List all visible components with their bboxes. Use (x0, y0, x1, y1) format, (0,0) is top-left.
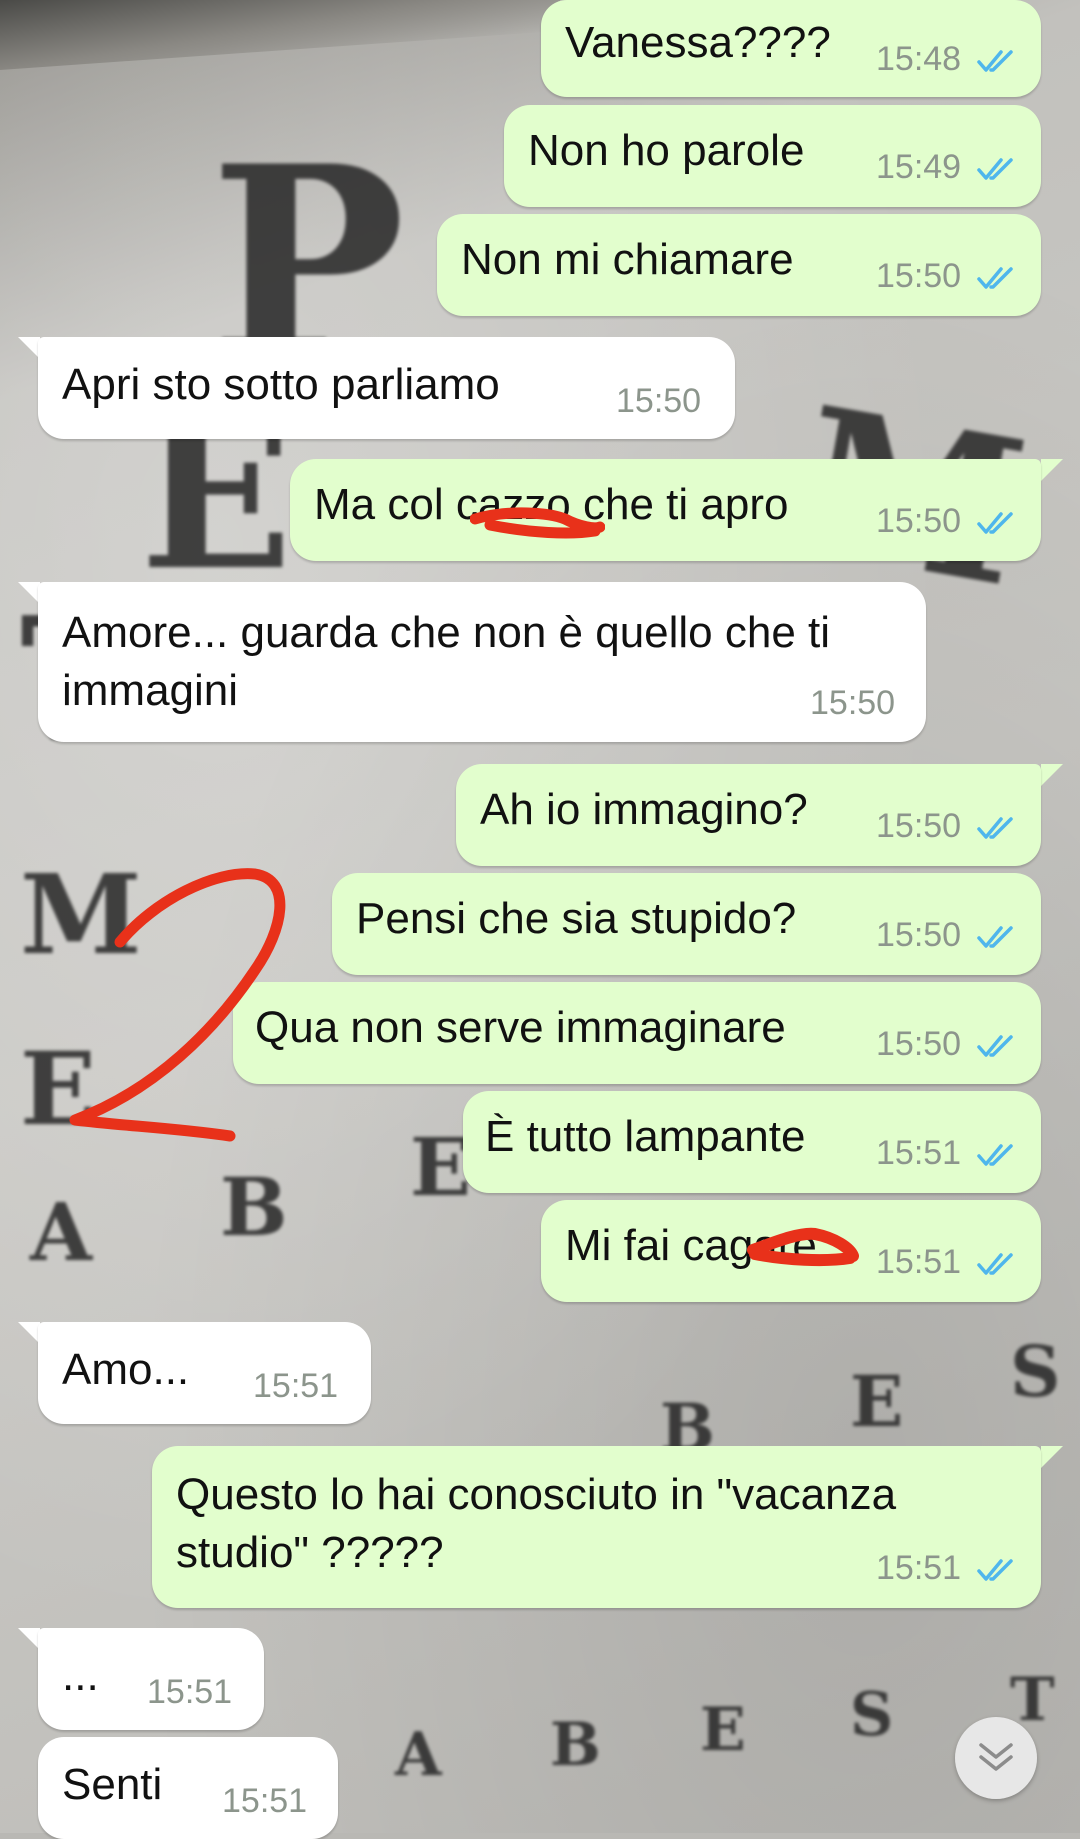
message-time: 15:50 (876, 502, 962, 540)
double-check-icon (977, 50, 1013, 72)
message-time: 15:50 (876, 916, 962, 954)
double-check-icon (977, 926, 1013, 948)
incoming-message[interactable]: Senti 15:51 (38, 1737, 338, 1839)
double-check-icon (977, 1144, 1013, 1166)
message-text: Apri sto sotto parliamo (62, 360, 500, 409)
message-text: Ah io immagino? (480, 785, 808, 834)
message-time: 15:50 (876, 257, 962, 295)
message-text: Non ho parole (528, 126, 805, 175)
outgoing-message[interactable]: Pensi che sia stupido? 15:50 (332, 873, 1041, 975)
double-check-icon (977, 267, 1013, 289)
bubble-tail (18, 1322, 40, 1344)
message-text: Vanessa???? (565, 18, 831, 67)
message-time: 15:51 (876, 1243, 962, 1281)
chevron-down-double-icon (979, 1743, 1013, 1771)
message-text: Pensi che sia stupido? (356, 894, 797, 943)
double-check-icon (977, 1559, 1013, 1581)
annotation-number-2 (69, 868, 286, 1142)
message-time: 15:50 (810, 684, 896, 722)
message-time: 15:51 (876, 1134, 962, 1172)
bubble-tail (18, 582, 40, 604)
message-time: 15:48 (876, 40, 962, 78)
bubble-tail (18, 1628, 40, 1650)
incoming-message[interactable]: Amore... guarda che non è quello che ti … (38, 582, 926, 742)
message-text: Non mi chiamare (461, 235, 794, 284)
redaction-scribble (747, 1227, 859, 1267)
incoming-message[interactable]: Amo... 15:51 (38, 1322, 371, 1424)
chat-messages: Vanessa???? 15:48 Non ho parole 15:49 No… (0, 0, 1080, 1839)
bubble-tail (18, 337, 40, 359)
message-text: Amo... (62, 1345, 190, 1394)
message-text: Qua non serve immaginare (255, 1003, 786, 1052)
message-time: 15:51 (147, 1673, 233, 1711)
redaction-scribble (470, 507, 605, 539)
message-time: 15:49 (876, 148, 962, 186)
outgoing-message[interactable]: Non ho parole 15:49 (504, 105, 1041, 207)
double-check-icon (977, 512, 1013, 534)
message-time: 15:50 (616, 382, 702, 420)
message-time: 15:50 (876, 807, 962, 845)
outgoing-message[interactable]: Qua non serve immaginare 15:50 (233, 982, 1041, 1084)
incoming-message[interactable]: ... 15:51 (38, 1628, 264, 1730)
message-text: ... (62, 1651, 99, 1700)
bubble-tail (1041, 764, 1063, 786)
double-check-icon (977, 1253, 1013, 1275)
outgoing-message[interactable]: Non mi chiamare 15:50 (437, 214, 1041, 316)
outgoing-message[interactable]: Vanessa???? 15:48 (541, 0, 1041, 97)
double-check-icon (977, 817, 1013, 839)
message-time: 15:51 (222, 1782, 308, 1820)
outgoing-message[interactable]: Ah io immagino? 15:50 (456, 764, 1041, 866)
message-time: 15:50 (876, 1025, 962, 1063)
message-text: Amore... guarda che non è quello che ti … (62, 608, 831, 715)
outgoing-message[interactable]: È tutto lampante 15:51 (463, 1091, 1041, 1193)
bubble-tail (1041, 1446, 1063, 1468)
message-text: Senti (62, 1760, 163, 1809)
double-check-icon (977, 158, 1013, 180)
message-time: 15:51 (876, 1549, 962, 1587)
scroll-to-bottom-button[interactable] (955, 1717, 1037, 1799)
message-text: È tutto lampante (485, 1112, 806, 1161)
double-check-icon (977, 1035, 1013, 1057)
outgoing-message[interactable]: Ma col cazzo che ti apro 15:50 (290, 459, 1041, 561)
bubble-tail (1041, 459, 1063, 481)
outgoing-message[interactable]: Questo lo hai conosciuto in "vacanza stu… (152, 1446, 1041, 1608)
incoming-message[interactable]: Apri sto sotto parliamo 15:50 (38, 337, 735, 439)
message-time: 15:51 (253, 1367, 339, 1405)
